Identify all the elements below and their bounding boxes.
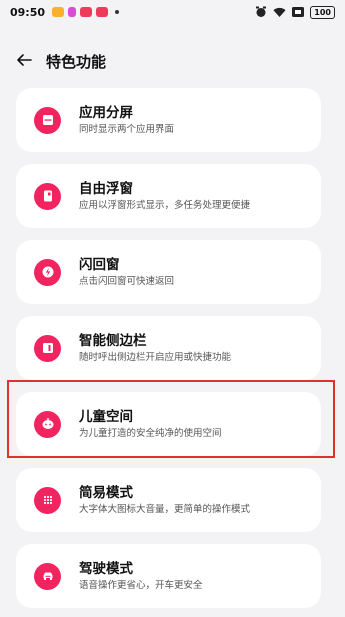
- feature-item-smart-sidebar[interactable]: 智能侧边栏 随时呼出侧边栏开启应用或快捷功能: [16, 316, 321, 380]
- feature-item-driving-mode[interactable]: 驾驶模式 语音操作更省心，开车更安全: [16, 544, 321, 608]
- feature-description: 大字体大图标大音量，更简单的操作模式: [79, 503, 251, 515]
- feature-title: 应用分屏: [79, 104, 133, 121]
- feature-item-flashback[interactable]: 闪回窗 点击闪回窗可快速返回: [16, 240, 321, 304]
- status-left: 09:50: [10, 5, 120, 19]
- floating-window-icon: [34, 182, 61, 210]
- notification-icon: [96, 7, 109, 17]
- feature-item-kids-space[interactable]: 儿童空间 为儿童打造的安全纯净的使用空间: [16, 392, 321, 456]
- simple-mode-icon: [34, 486, 61, 514]
- sim-icon: [292, 7, 305, 17]
- page-title: 特色功能: [46, 52, 107, 71]
- status-time: 09:50: [10, 5, 46, 19]
- feature-title: 闪回窗: [79, 256, 120, 273]
- flashback-icon: [34, 258, 61, 286]
- back-button[interactable]: [12, 49, 36, 73]
- feature-item-split-screen[interactable]: 应用分屏 同时显示两个应用界面: [16, 88, 321, 152]
- feature-item-simple-mode[interactable]: 简易模式 大字体大图标大音量，更简单的操作模式: [16, 468, 321, 532]
- feature-title: 简易模式: [79, 484, 133, 501]
- feature-item-floating-window[interactable]: 自由浮窗 应用以浮窗形式显示，多任务处理更便捷: [16, 164, 321, 228]
- page-header: 特色功能: [0, 46, 345, 76]
- feature-description: 随时呼出侧边栏开启应用或快捷功能: [79, 351, 232, 363]
- feature-title: 智能侧边栏: [79, 332, 147, 349]
- split-screen-icon: [34, 106, 61, 134]
- feature-description: 语音操作更省心，开车更安全: [79, 579, 203, 591]
- feature-title: 驾驶模式: [79, 560, 133, 577]
- feature-title: 自由浮窗: [79, 180, 133, 197]
- driving-mode-icon: [34, 562, 61, 590]
- feature-description: 同时显示两个应用界面: [79, 123, 175, 135]
- feature-description: 为儿童打造的安全纯净的使用空间: [79, 427, 222, 439]
- notification-icon: [80, 7, 93, 17]
- feature-description: 应用以浮窗形式显示，多任务处理更便捷: [79, 199, 251, 211]
- alarm-icon: [255, 6, 267, 18]
- notification-icon: [52, 7, 65, 17]
- status-right: 100: [255, 5, 335, 19]
- back-arrow-icon: [16, 52, 32, 71]
- battery-icon: 100: [310, 5, 335, 19]
- more-notifications-icon: [115, 10, 120, 14]
- status-bar: 09:50 100: [0, 0, 345, 24]
- kids-space-icon: [34, 410, 61, 438]
- sidebar-icon: [34, 334, 61, 362]
- wifi-icon: [273, 7, 286, 18]
- feature-title: 儿童空间: [79, 408, 133, 425]
- notification-icon: [68, 7, 77, 17]
- feature-description: 点击闪回窗可快速返回: [79, 275, 175, 287]
